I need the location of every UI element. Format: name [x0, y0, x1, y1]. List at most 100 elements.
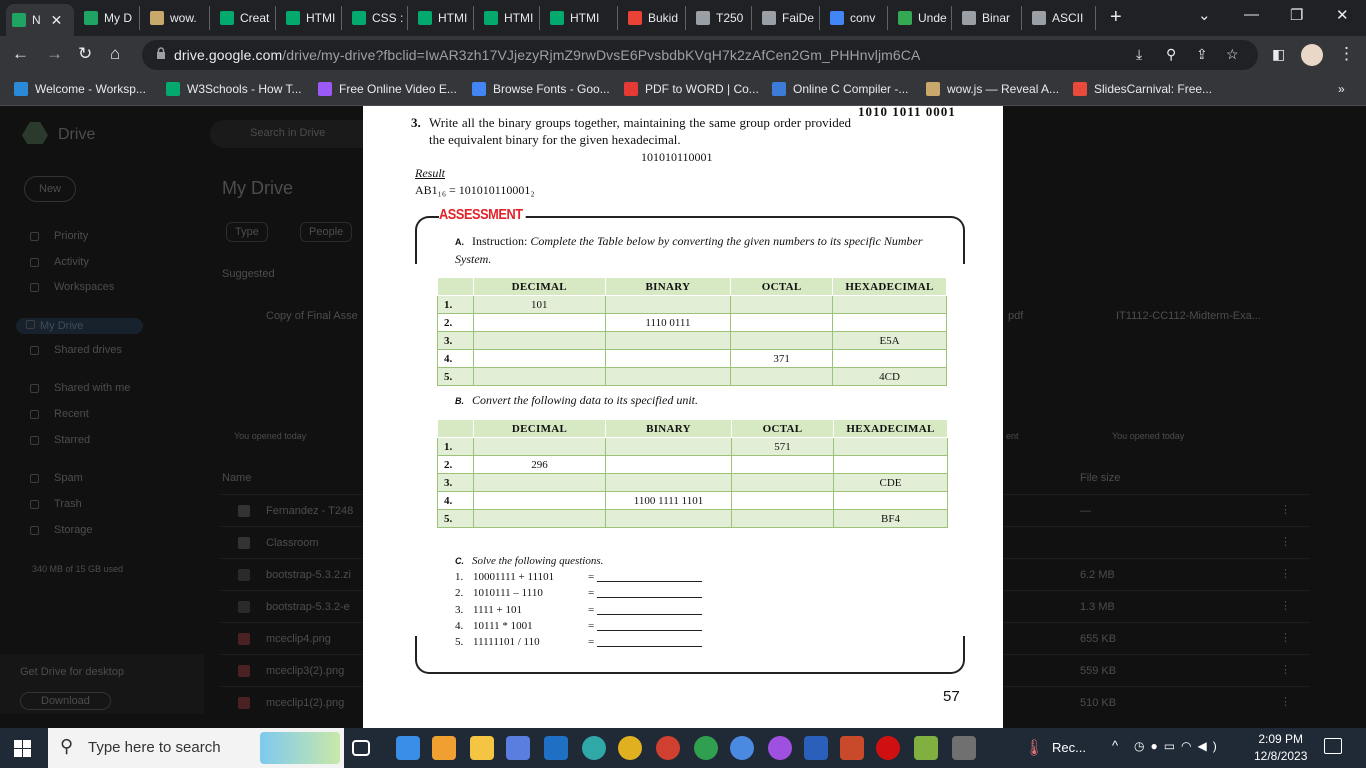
side-panel-icon[interactable]: ◧: [1272, 46, 1285, 63]
outlook-icon[interactable]: [544, 736, 568, 760]
more-actions-icon[interactable]: ⋮: [1280, 503, 1291, 516]
table-cell[interactable]: [473, 437, 606, 456]
table-cell[interactable]: [472, 367, 606, 386]
bookmark-item[interactable]: PDF to WORD | Co...: [624, 82, 759, 96]
table-cell[interactable]: [605, 437, 732, 456]
more-actions-icon[interactable]: ⋮: [1280, 663, 1291, 676]
table-cell[interactable]: [730, 367, 834, 386]
more-actions-icon[interactable]: ⋮: [1280, 695, 1291, 708]
forward-icon[interactable]: →: [46, 44, 63, 64]
table-cell[interactable]: 296: [473, 455, 606, 474]
sidebar-item[interactable]: Priority: [30, 230, 88, 242]
table-cell[interactable]: [730, 331, 834, 350]
chrome-icon[interactable]: [730, 736, 754, 760]
table-cell[interactable]: [833, 491, 948, 510]
sidebar-item[interactable]: Storage: [30, 524, 93, 536]
table-cell[interactable]: [730, 313, 834, 332]
file-name[interactable]: bootstrap-5.3.2-e: [266, 601, 350, 613]
new-button[interactable]: New: [24, 176, 77, 202]
table-cell[interactable]: 4CD: [832, 367, 947, 386]
column-size[interactable]: File size: [1080, 472, 1120, 484]
task-view-icon[interactable]: [352, 740, 370, 756]
card-title[interactable]: pdf: [1008, 310, 1023, 322]
answer-line[interactable]: [597, 597, 702, 599]
table-cell[interactable]: [473, 491, 606, 510]
browser-tab[interactable]: HTMI: [412, 6, 474, 30]
sidebar-item[interactable]: Trash: [30, 498, 82, 510]
file-name[interactable]: mceclip4.png: [266, 633, 331, 645]
windows-start-icon[interactable]: [14, 740, 31, 757]
edge-icon[interactable]: [582, 736, 606, 760]
bookmark-item[interactable]: Online C Compiler -...: [772, 82, 908, 96]
browser-tab[interactable]: HTMI: [478, 6, 540, 30]
table-cell[interactable]: [473, 473, 606, 492]
answer-line[interactable]: [597, 629, 702, 631]
browser-tab[interactable]: Bukid: [622, 6, 686, 30]
table-cell[interactable]: 1100 1111 1101: [605, 491, 732, 510]
table-cell[interactable]: [605, 509, 732, 528]
table-cell[interactable]: E5A: [832, 331, 947, 350]
minimize-icon[interactable]: —: [1244, 6, 1259, 23]
back-icon[interactable]: ←: [12, 44, 29, 64]
table-cell[interactable]: 571: [731, 437, 834, 456]
more-actions-icon[interactable]: ⋮: [1280, 599, 1291, 612]
table-cell[interactable]: 101: [472, 295, 606, 314]
table-cell[interactable]: [605, 473, 732, 492]
share-icon[interactable]: ⇪: [1196, 46, 1208, 63]
calculator-icon[interactable]: [952, 736, 976, 760]
sidebar-item[interactable]: Shared with me: [30, 382, 130, 394]
column-name[interactable]: Name: [222, 472, 251, 484]
sidebar-item[interactable]: Spam: [30, 472, 83, 484]
browser-tab[interactable]: T250: [690, 6, 752, 30]
bookmark-item[interactable]: Free Online Video E...: [318, 82, 457, 96]
browser-tab[interactable]: ASCII: [1026, 6, 1096, 30]
messenger-icon[interactable]: [768, 736, 792, 760]
temperature-icon[interactable]: 🌡: [1024, 738, 1044, 758]
record-icon[interactable]: [876, 736, 900, 760]
bookmark-item[interactable]: wow.js — Reveal A...: [926, 82, 1059, 96]
profile-avatar[interactable]: [1301, 44, 1323, 66]
mail-icon[interactable]: [396, 736, 420, 760]
powerpoint-icon[interactable]: [840, 736, 864, 760]
address-bar[interactable]: drive.google.com/drive/my-drive?fbclid=I…: [142, 40, 1258, 70]
recorder-label[interactable]: Rec...: [1052, 740, 1086, 755]
filter-people[interactable]: People: [300, 222, 353, 242]
sidebar-item[interactable]: Shared drives: [30, 344, 122, 356]
table-cell[interactable]: [472, 313, 606, 332]
bookmark-item[interactable]: Welcome - Worksp...: [14, 82, 146, 96]
table-cell[interactable]: [731, 509, 834, 528]
card-title[interactable]: IT1112-CC112-Midterm-Exa...: [1116, 310, 1261, 322]
bookmark-item[interactable]: W3Schools - How T...: [166, 82, 301, 96]
browser-tab[interactable]: wow.: [144, 6, 210, 30]
sidebar-item[interactable]: Workspaces: [30, 281, 114, 293]
table-cell[interactable]: 371: [730, 349, 834, 368]
browser-tab[interactable]: My D: [78, 6, 140, 30]
table-cell[interactable]: [730, 295, 834, 314]
browser-tab[interactable]: FaiDe: [756, 6, 820, 30]
sidebar-item[interactable]: Activity: [30, 256, 89, 268]
table-cell[interactable]: [832, 295, 947, 314]
sidebar-item[interactable]: Recent: [30, 408, 89, 420]
table-cell[interactable]: [833, 455, 948, 474]
notification-icon[interactable]: [1324, 738, 1342, 754]
reload-icon[interactable]: ↻: [78, 44, 92, 64]
file-name[interactable]: mceclip3(2).png: [266, 665, 344, 677]
tab-search-icon[interactable]: ⌄: [1198, 6, 1211, 24]
table-cell[interactable]: CDE: [833, 473, 948, 492]
browser-tab[interactable]: HTMI: [544, 6, 618, 30]
store-icon[interactable]: [432, 736, 456, 760]
browser-tab[interactable]: Binar: [956, 6, 1022, 30]
close-window-icon[interactable]: ✕: [1336, 6, 1349, 24]
restore-icon[interactable]: ❐: [1290, 6, 1303, 24]
word-icon[interactable]: [804, 736, 828, 760]
answer-line[interactable]: [597, 613, 702, 615]
file-name[interactable]: Classroom: [266, 537, 319, 549]
more-actions-icon[interactable]: ⋮: [1280, 631, 1291, 644]
tray-chevron-icon[interactable]: ^: [1112, 738, 1118, 753]
table-cell[interactable]: [731, 473, 834, 492]
card-title[interactable]: Copy of Final Asse: [266, 310, 358, 322]
sidebar-item[interactable]: Starred: [30, 434, 90, 446]
table-cell[interactable]: BF4: [833, 509, 948, 528]
browser-tab[interactable]: Creat: [214, 6, 276, 30]
table-cell[interactable]: [472, 331, 606, 350]
